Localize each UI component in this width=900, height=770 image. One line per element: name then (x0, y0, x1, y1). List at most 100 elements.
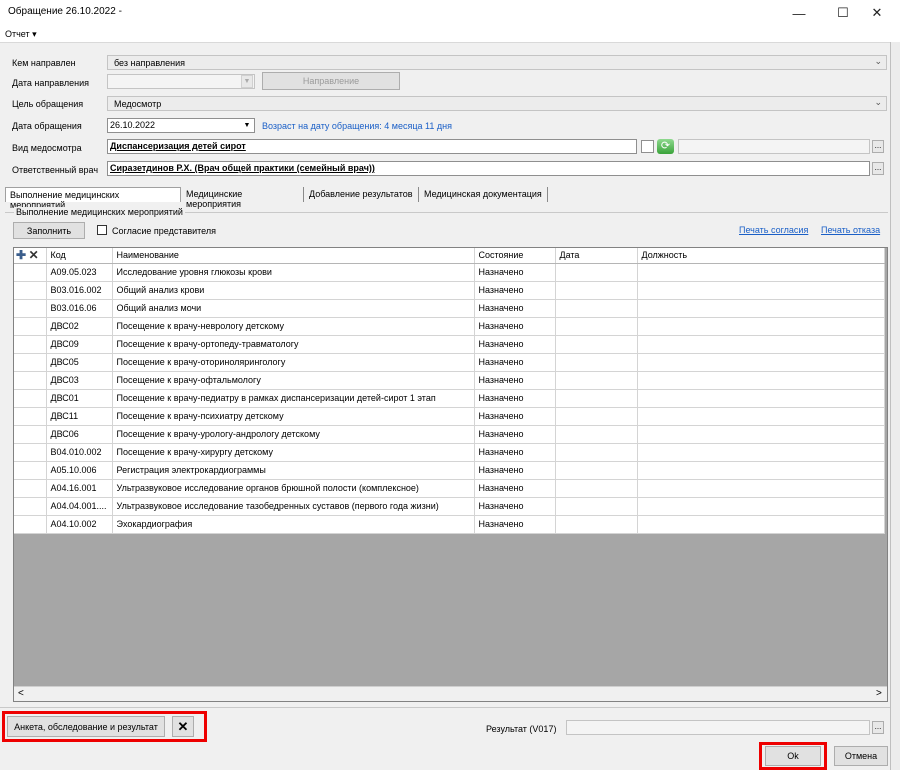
table-row[interactable]: ДВС06 Посещение к врачу-урологу-андрологу… (14, 425, 885, 444)
refresh-icon[interactable]: ⟳ (657, 139, 674, 154)
cell-code: A04.04.001.... (46, 497, 113, 516)
table-row[interactable]: ДВС02 Посещение к врачу-неврологу детском… (14, 317, 885, 336)
row-selector[interactable] (14, 407, 47, 426)
scroll-left-icon[interactable]: < (18, 688, 24, 699)
row-selector[interactable] (14, 443, 47, 462)
table-row[interactable]: B03.016.06 Общий анализ мочи Назначено (14, 299, 885, 318)
table-row[interactable]: B03.016.002 Общий анализ крови Назначено (14, 281, 885, 300)
cell-code: ДВС09 (46, 335, 113, 354)
tab-medical-activities[interactable]: Медицинские мероприятия (182, 187, 304, 209)
survey-results-button[interactable]: Анкета, обследование и результат (7, 716, 165, 737)
cell-code: B04.010.002 (46, 443, 113, 462)
tab-medical-docs[interactable]: Медицинская документация (420, 187, 548, 202)
print-consent-link[interactable]: Печать согласия (739, 225, 808, 235)
add-icon[interactable]: ✚ (16, 248, 26, 262)
minimize-button[interactable]: — (784, 2, 814, 24)
cancel-button[interactable]: Отмена (834, 746, 888, 766)
ellipsis-icon[interactable]: ... (872, 140, 884, 153)
row-selector[interactable] (14, 497, 47, 516)
menu-bar (0, 26, 900, 42)
column-header-code[interactable]: Код (46, 248, 113, 264)
doctor-label: Ответственный врач (12, 165, 99, 175)
tab-execution[interactable]: Выполнение медицинских мероприятий (5, 187, 181, 210)
dropdown-arrow-icon[interactable]: ▼ (241, 119, 253, 132)
print-refusal-link[interactable]: Печать отказа (821, 225, 880, 235)
table-row[interactable]: A05.10.006 Регистрация электрокардиограмм… (14, 461, 885, 480)
ellipsis-icon[interactable]: ... (872, 721, 884, 734)
cell-position (637, 407, 885, 426)
cell-status: Назначено (474, 515, 556, 534)
menu-report[interactable]: Отчет ▾ (5, 29, 37, 40)
column-header-date[interactable]: Дата (555, 248, 638, 264)
exam-extra-field[interactable] (678, 139, 870, 154)
row-selector[interactable] (14, 461, 47, 480)
table-row[interactable]: B04.010.002 Посещение к врачу-хирургу дет… (14, 443, 885, 462)
cell-code: B03.016.06 (46, 299, 113, 318)
cell-position (637, 479, 885, 498)
row-selector[interactable] (14, 263, 47, 282)
table-row[interactable]: A04.10.002 Эхокардиография Назначено (14, 515, 885, 534)
scroll-right-icon[interactable]: > (876, 688, 882, 699)
table-row[interactable]: ДВС05 Посещение к врачу-оториноляринголог… (14, 353, 885, 372)
row-selector[interactable] (14, 425, 47, 444)
exam-type-field[interactable]: Диспансеризация детей сирот (107, 139, 637, 154)
tab-add-results[interactable]: Добавление результатов (305, 187, 419, 202)
cell-position (637, 281, 885, 300)
table-row[interactable]: ДВС09 Посещение к врачу-ортопеду-травмато… (14, 335, 885, 354)
column-header-status[interactable]: Состояние (474, 248, 556, 264)
doctor-value: Сиразетдинов Р.Х. (Врач общей практики (… (110, 163, 375, 173)
table-row[interactable]: A04.04.001.... Ультразвуковое исследовани… (14, 497, 885, 516)
table-row[interactable]: ДВС03 Посещение к врачу-офтальмологу Назна… (14, 371, 885, 390)
column-header-name[interactable]: Наименование (112, 248, 475, 264)
table-row[interactable]: A09.05.023 Исследование уровня глюкозы кр… (14, 263, 885, 282)
result-field[interactable] (566, 720, 870, 735)
close-icon[interactable]: ✕ (172, 716, 194, 737)
cell-position (637, 263, 885, 282)
referred-by-combo[interactable]: без направления ⌄ (107, 55, 887, 70)
activities-table: ✚ ✕ Код Наименование Состояние Дата Долж… (14, 248, 885, 534)
referral-button[interactable]: Направление (262, 72, 400, 90)
ok-button[interactable]: Ok (765, 746, 821, 766)
dropdown-arrow-icon[interactable]: ▼ (241, 75, 253, 88)
fill-button[interactable]: Заполнить (13, 222, 85, 239)
table-row[interactable]: A04.16.001 Ультразвуковое исследование ор… (14, 479, 885, 498)
exam-type-checkbox[interactable] (641, 140, 654, 153)
cell-status: Назначено (474, 407, 556, 426)
row-selector[interactable] (14, 281, 47, 300)
doctor-field[interactable]: Сиразетдинов Р.Х. (Врач общей практики (… (107, 161, 870, 176)
table-row[interactable]: ДВС01 Посещение к врачу-педиатру в рамках… (14, 389, 885, 408)
cell-code: B03.016.002 (46, 281, 113, 300)
window-title: Обращение 26.10.2022 - (8, 6, 122, 17)
cell-position (637, 515, 885, 534)
age-at-visit-text: Возраст на дату обращения: 4 месяца 11 д… (262, 121, 452, 131)
cell-name: Ультразвуковое исследование органов брюш… (112, 479, 475, 498)
exam-type-label: Вид медосмотра (12, 143, 82, 153)
close-button[interactable]: ✕ (862, 2, 892, 24)
referral-date-field[interactable] (107, 74, 255, 89)
table-row[interactable]: ДВС11 Посещение к врачу-психиатру детском… (14, 407, 885, 426)
row-selector[interactable] (14, 479, 47, 498)
column-header-position[interactable]: Должность (637, 248, 885, 264)
row-selector[interactable] (14, 515, 47, 534)
cell-code: ДВС05 (46, 353, 113, 372)
cell-status: Назначено (474, 263, 556, 282)
cell-status: Назначено (474, 497, 556, 516)
maximize-button[interactable]: ☐ (828, 2, 858, 24)
cell-status: Назначено (474, 425, 556, 444)
row-selector[interactable] (14, 389, 47, 408)
delete-icon[interactable]: ✕ (29, 248, 39, 262)
ellipsis-icon[interactable]: ... (872, 162, 884, 175)
cell-code: A04.16.001 (46, 479, 113, 498)
row-selector[interactable] (14, 335, 47, 354)
cell-position (637, 461, 885, 480)
row-selector[interactable] (14, 371, 47, 390)
row-selector[interactable] (14, 317, 47, 336)
consent-checkbox[interactable] (97, 225, 107, 235)
horizontal-scrollbar[interactable]: < > (14, 686, 887, 701)
purpose-combo[interactable]: Медосмотр ⌄ (107, 96, 887, 111)
row-selector[interactable] (14, 299, 47, 318)
cell-position (637, 299, 885, 318)
row-selector[interactable] (14, 353, 47, 372)
cell-code: A05.10.006 (46, 461, 113, 480)
visit-date-field[interactable]: 26.10.2022 (107, 118, 255, 133)
